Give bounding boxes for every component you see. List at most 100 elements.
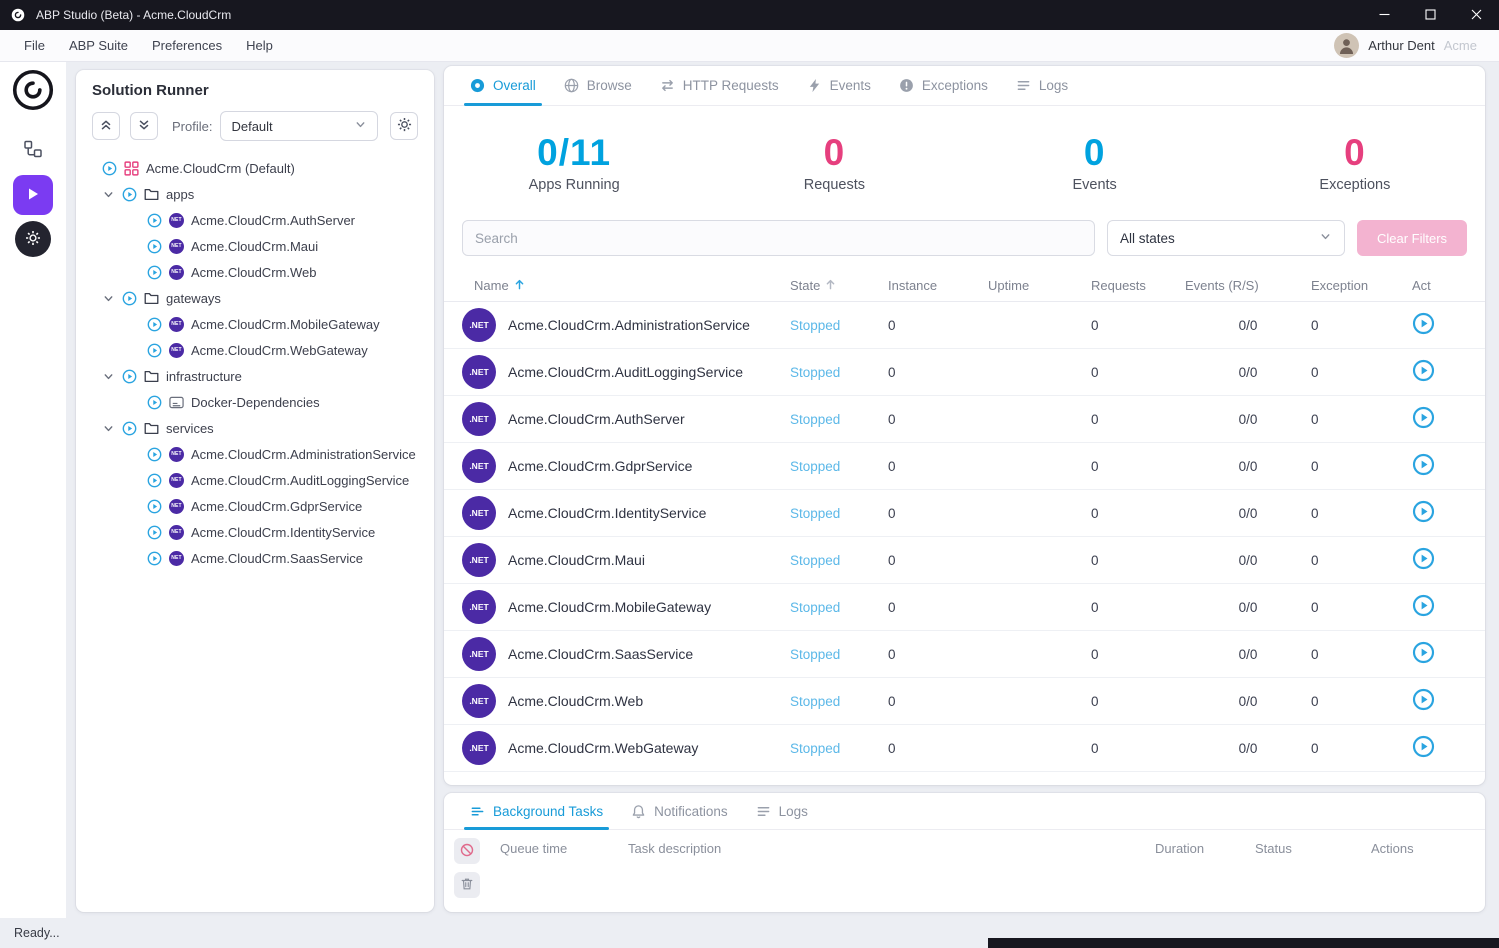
tree-item[interactable]: NETAcme.CloudCrm.AdministrationService: [76, 441, 434, 467]
settings-button[interactable]: [15, 221, 51, 257]
play-circle-icon[interactable]: [147, 499, 162, 514]
menu-item-preferences[interactable]: Preferences: [152, 38, 222, 53]
collapse-all-button[interactable]: [92, 112, 120, 140]
col-events-r-s[interactable]: Events (R/S): [1185, 278, 1311, 293]
col-instance[interactable]: Instance: [888, 278, 988, 293]
menu-item-abp-suite[interactable]: ABP Suite: [69, 38, 128, 53]
table-row[interactable]: .NETAcme.CloudCrm.WebStopped000/00: [444, 678, 1485, 725]
col-requests[interactable]: Requests: [1091, 278, 1185, 293]
col-uptime[interactable]: Uptime: [988, 278, 1091, 293]
tree-item[interactable]: infrastructure: [76, 363, 434, 389]
profile-select[interactable]: Default: [220, 111, 378, 141]
start-app-button[interactable]: [1412, 359, 1435, 385]
tree-item[interactable]: NETAcme.CloudCrm.WebGateway: [76, 337, 434, 363]
app-exceptions: 0: [1311, 600, 1412, 615]
tree-item[interactable]: NETAcme.CloudCrm.Maui: [76, 233, 434, 259]
tab-http-requests[interactable]: HTTP Requests: [646, 66, 793, 105]
play-circle-icon[interactable]: [122, 291, 137, 306]
table-row[interactable]: .NETAcme.CloudCrm.AdministrationServiceS…: [444, 302, 1485, 349]
table-row[interactable]: .NETAcme.CloudCrm.IdentityServiceStopped…: [444, 490, 1485, 537]
maximize-button[interactable]: [1407, 0, 1453, 30]
col-name[interactable]: Name: [462, 278, 790, 293]
tree-item[interactable]: apps: [76, 181, 434, 207]
start-app-button[interactable]: [1412, 735, 1435, 761]
tree-item[interactable]: NETAcme.CloudCrm.IdentityService: [76, 519, 434, 545]
chevron-down-icon[interactable]: [102, 292, 115, 305]
start-app-button[interactable]: [1412, 500, 1435, 526]
search-input[interactable]: [462, 220, 1095, 256]
table-row[interactable]: .NETAcme.CloudCrm.GdprServiceStopped000/…: [444, 443, 1485, 490]
tab-browse[interactable]: Browse: [550, 66, 646, 105]
chevron-down-icon[interactable]: [102, 370, 115, 383]
tree-item[interactable]: NETAcme.CloudCrm.SaasService: [76, 545, 434, 571]
play-circle-icon[interactable]: [147, 213, 162, 228]
tree-item[interactable]: NETAcme.CloudCrm.MobileGateway: [76, 311, 434, 337]
tree-item[interactable]: NETAcme.CloudCrm.GdprService: [76, 493, 434, 519]
start-app-button[interactable]: [1412, 312, 1435, 338]
play-circle-icon[interactable]: [102, 161, 117, 176]
tab-logs[interactable]: Logs: [1002, 66, 1082, 105]
tab-overall[interactable]: Overall: [456, 66, 550, 105]
start-app-button[interactable]: [1412, 594, 1435, 620]
dotnet-icon: NET: [169, 265, 184, 280]
titlebar: ABP Studio (Beta) - Acme.CloudCrm: [0, 0, 1499, 30]
col-exception[interactable]: Exception: [1311, 278, 1412, 293]
tab-logs[interactable]: Logs: [742, 793, 822, 829]
tab-exceptions[interactable]: Exceptions: [885, 66, 1002, 105]
start-app-button[interactable]: [1412, 453, 1435, 479]
menu-item-file[interactable]: File: [24, 38, 45, 53]
chevron-down-icon[interactable]: [102, 422, 115, 435]
menu-item-help[interactable]: Help: [246, 38, 273, 53]
chevron-down-icon[interactable]: [102, 188, 115, 201]
col-state[interactable]: State: [790, 278, 888, 293]
cancel-tasks-button[interactable]: [454, 838, 480, 864]
expand-all-button[interactable]: [130, 112, 158, 140]
play-circle-icon[interactable]: [147, 317, 162, 332]
play-circle-icon[interactable]: [147, 265, 162, 280]
clear-tasks-button[interactable]: [454, 872, 480, 898]
tab-events[interactable]: Events: [793, 66, 885, 105]
play-circle-icon[interactable]: [147, 525, 162, 540]
tree-item[interactable]: NETAcme.CloudCrm.Web: [76, 259, 434, 285]
play-circle-icon[interactable]: [147, 239, 162, 254]
start-app-button[interactable]: [1412, 641, 1435, 667]
tree-item[interactable]: services: [76, 415, 434, 441]
tree-item[interactable]: NETAcme.CloudCrm.AuditLoggingService: [76, 467, 434, 493]
col-act[interactable]: Act: [1412, 278, 1467, 293]
tab-notifications[interactable]: Notifications: [617, 793, 742, 829]
avatar[interactable]: [1334, 33, 1359, 58]
tab-background-tasks[interactable]: Background Tasks: [456, 793, 617, 829]
solution-explorer-button[interactable]: [13, 130, 53, 170]
start-app-button[interactable]: [1412, 406, 1435, 432]
play-circle-icon[interactable]: [147, 473, 162, 488]
clear-filters-button[interactable]: Clear Filters: [1357, 220, 1467, 256]
close-button[interactable]: [1453, 0, 1499, 30]
bolt-icon: [807, 78, 822, 93]
play-circle-icon[interactable]: [147, 395, 162, 410]
play-circle-icon[interactable]: [122, 369, 137, 384]
tree-item[interactable]: Acme.CloudCrm (Default): [76, 155, 434, 181]
minimize-button[interactable]: [1361, 0, 1407, 30]
tree-item[interactable]: Docker-Dependencies: [76, 389, 434, 415]
state-filter-select[interactable]: All states: [1107, 220, 1345, 256]
play-circle-icon[interactable]: [147, 551, 162, 566]
play-circle-icon[interactable]: [122, 187, 137, 202]
start-app-button[interactable]: [1412, 688, 1435, 714]
tree-item[interactable]: gateways: [76, 285, 434, 311]
runner-settings-button[interactable]: [390, 112, 418, 140]
table-row[interactable]: .NETAcme.CloudCrm.AuditLoggingServiceSto…: [444, 349, 1485, 396]
start-app-button[interactable]: [1412, 547, 1435, 573]
panel-title: Solution Runner: [76, 70, 434, 103]
table-row[interactable]: .NETAcme.CloudCrm.SaasServiceStopped000/…: [444, 631, 1485, 678]
table-row[interactable]: .NETAcme.CloudCrm.AuthServerStopped000/0…: [444, 396, 1485, 443]
play-circle-icon[interactable]: [122, 421, 137, 436]
play-circle-icon[interactable]: [147, 447, 162, 462]
profile-select-value: Default: [231, 119, 272, 134]
solution-runner-button[interactable]: [13, 175, 53, 215]
table-row[interactable]: .NETAcme.CloudCrm.WebGatewayStopped000/0…: [444, 725, 1485, 772]
play-circle-icon[interactable]: [147, 343, 162, 358]
table-row[interactable]: .NETAcme.CloudCrm.MauiStopped000/00: [444, 537, 1485, 584]
tree-item[interactable]: NETAcme.CloudCrm.AuthServer: [76, 207, 434, 233]
table-row[interactable]: .NETAcme.CloudCrm.MobileGatewayStopped00…: [444, 584, 1485, 631]
app-requests: 0: [1091, 741, 1185, 756]
